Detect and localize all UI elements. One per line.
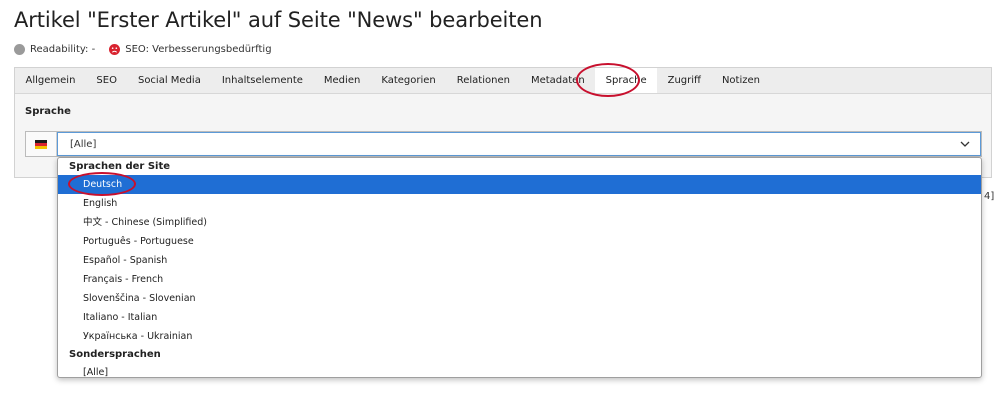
option-portuguese[interactable]: Português - Portuguese (58, 232, 981, 251)
sad-face-icon (109, 43, 121, 55)
language-select-value: [Alle] (70, 138, 97, 150)
option-french[interactable]: Français - French (58, 270, 981, 289)
tab-medien[interactable]: Medien (313, 68, 370, 93)
status-row: Readability: - SEO: Verbesserungsbedürft… (14, 41, 286, 57)
tab-seo[interactable]: SEO (86, 68, 128, 93)
seo-label: SEO: Verbesserungsbedürftig (125, 43, 272, 55)
readability-status: Readability: - (14, 43, 96, 55)
tab-metadaten[interactable]: Metadaten (520, 68, 595, 93)
tab-zugriff[interactable]: Zugriff (657, 68, 711, 93)
page-title: Artikel "Erster Artikel" auf Seite "News… (14, 8, 543, 32)
language-select-field[interactable]: [Alle] (57, 132, 981, 156)
tab-social-media[interactable]: Social Media (127, 68, 211, 93)
language-section-label: Sprache (25, 106, 71, 117)
language-dropdown-list[interactable]: Sprachen der Site Deutsch English 中文 - C… (57, 157, 982, 378)
readability-label: Readability: - (30, 43, 96, 55)
tab-notizen[interactable]: Notizen (711, 68, 770, 93)
option-deutsch[interactable]: Deutsch (58, 175, 981, 194)
chevron-down-icon (960, 141, 970, 147)
option-italian[interactable]: Italiano - Italian (58, 308, 981, 327)
tab-bar: Allgemein SEO Social Media Inhaltselemen… (15, 68, 991, 94)
tab-kategorien[interactable]: Kategorien (371, 68, 446, 93)
tab-sprache[interactable]: Sprache (595, 68, 658, 93)
option-slovenian[interactable]: Slovenščina - Slovenian (58, 289, 981, 308)
option-ukrainian[interactable]: Українська - Ukrainian (58, 327, 981, 346)
optgroup-special-languages: Sondersprachen (69, 349, 161, 360)
option-english[interactable]: English (58, 194, 981, 213)
language-select[interactable]: [Alle] (25, 131, 982, 157)
option-chinese[interactable]: 中文 - Chinese (Simplified) (58, 213, 981, 232)
option-all[interactable]: [Alle] (58, 363, 981, 377)
partial-side-text: 4] (984, 191, 995, 202)
tab-relationen[interactable]: Relationen (446, 68, 520, 93)
seo-status: SEO: Verbesserungsbedürftig (109, 43, 272, 55)
language-flag-box (26, 132, 57, 156)
readability-dot-icon (14, 43, 25, 55)
tab-allgemein[interactable]: Allgemein (15, 68, 86, 93)
tab-inhaltselemente[interactable]: Inhaltselemente (211, 68, 313, 93)
multi-language-flag-icon (35, 139, 47, 149)
option-spanish[interactable]: Español - Spanish (58, 251, 981, 270)
optgroup-site-languages: Sprachen der Site (69, 161, 171, 172)
